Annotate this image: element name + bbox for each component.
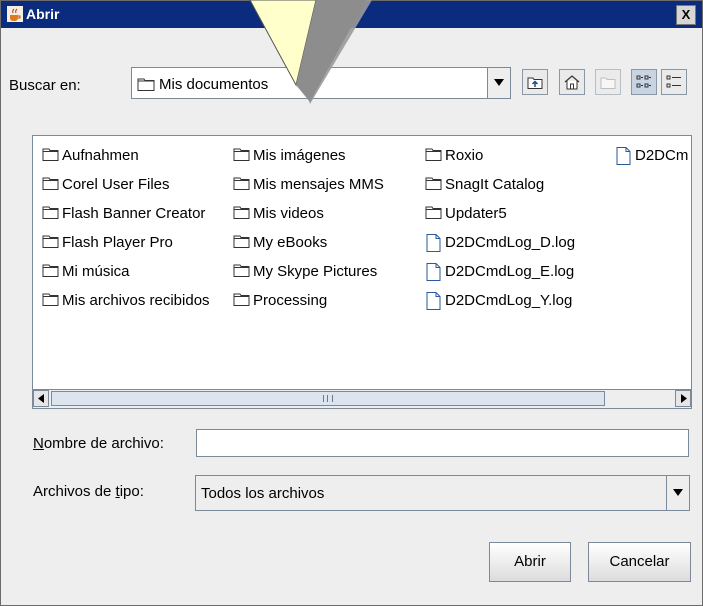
callout-pointer [249, 0, 372, 104]
folder-icon [233, 293, 250, 306]
open-button[interactable]: Abrir [489, 542, 571, 582]
up-one-level-button[interactable] [522, 69, 548, 95]
folder-icon [42, 264, 59, 277]
chevron-down-icon [673, 489, 683, 496]
list-item-label: My eBooks [253, 234, 328, 251]
filetype-dropdown-button[interactable] [666, 476, 689, 510]
folder-icon [42, 148, 59, 161]
close-button[interactable]: X [676, 5, 696, 25]
list-item-label: Updater5 [445, 205, 507, 222]
list-item-label: D2DCm [635, 147, 689, 164]
up-one-level-icon [527, 77, 543, 89]
chevron-down-icon [494, 79, 504, 86]
home-button[interactable] [559, 69, 585, 95]
details-view-icon [666, 75, 681, 88]
list-item-label: D2DCmdLog_E.log [445, 263, 575, 280]
list-item-label: Aufnahmen [62, 147, 139, 164]
folder-icon [425, 148, 442, 161]
list-item-label: Processing [253, 292, 328, 309]
filename-label-mnemonic: N [33, 435, 44, 452]
folder-icon [42, 177, 59, 190]
folder-icon [425, 177, 442, 190]
cancel-button[interactable]: Cancelar [588, 542, 691, 582]
folder-icon [233, 206, 250, 219]
file-icon [426, 263, 441, 281]
list-item-label: SnagIt Catalog [445, 176, 545, 193]
file-icon [426, 292, 441, 310]
file-icon [426, 234, 441, 252]
folder-icon [137, 78, 155, 91]
scroll-left-button[interactable] [33, 390, 49, 407]
arrow-left-icon [38, 394, 44, 403]
folder-icon [42, 293, 59, 306]
list-item-label: Corel User Files [62, 176, 170, 193]
list-item-label: Mi música [62, 263, 130, 280]
list-item-label: Roxio [445, 147, 484, 164]
list-item-label: Mis videos [253, 205, 324, 222]
folder-icon [425, 206, 442, 219]
list-item-label: Flash Banner Creator [62, 205, 206, 222]
look-in-dropdown-button[interactable] [487, 68, 510, 98]
folder-icon [42, 206, 59, 219]
list-item-label: My Skype Pictures [253, 263, 378, 280]
list-item-label: Mis archivos recibidos [62, 292, 210, 309]
new-folder-button[interactable] [595, 69, 621, 95]
home-icon [564, 75, 580, 90]
scroll-thumb[interactable] [51, 391, 605, 406]
list-item-label: Mis imágenes [253, 147, 346, 164]
file-list[interactable]: Aufnahmen Corel User Files Flash Banner Cr… [32, 135, 692, 409]
filename-label-rest: ombre de archivo: [43, 435, 164, 452]
java-cup-icon [7, 6, 23, 22]
filetype-label: Archivos de tipo: [33, 483, 144, 500]
details-view-button[interactable] [661, 69, 687, 95]
file-icon [616, 147, 631, 165]
filetype-combobox[interactable]: Todos los archivos [195, 475, 690, 511]
window-title: Abrir [26, 6, 60, 22]
folder-icon [233, 235, 250, 248]
list-view-icon [636, 75, 651, 88]
filename-label: Nombre de archivo: [33, 435, 164, 452]
list-item-label: D2DCmdLog_Y.log [445, 292, 573, 309]
folder-icon [233, 264, 250, 277]
filename-input[interactable] [196, 429, 689, 457]
folder-icon [233, 177, 250, 190]
filetype-label-before: Archivos de [33, 483, 116, 500]
filetype-value: Todos los archivos [201, 485, 325, 502]
folder-icon [42, 235, 59, 248]
scroll-right-button[interactable] [675, 390, 691, 407]
look-in-label: Buscar en: [9, 77, 81, 94]
list-item-label: Flash Player Pro [62, 234, 173, 251]
list-item-label: D2DCmdLog_D.log [445, 234, 576, 251]
list-view-button[interactable] [631, 69, 657, 95]
horizontal-scrollbar[interactable] [33, 389, 691, 408]
arrow-right-icon [681, 394, 687, 403]
new-folder-icon [600, 77, 616, 89]
scroll-grip [323, 395, 333, 402]
list-item-label: Mis mensajes MMS [253, 176, 384, 193]
folder-icon [233, 148, 250, 161]
filetype-label-after: ipo: [119, 483, 144, 500]
